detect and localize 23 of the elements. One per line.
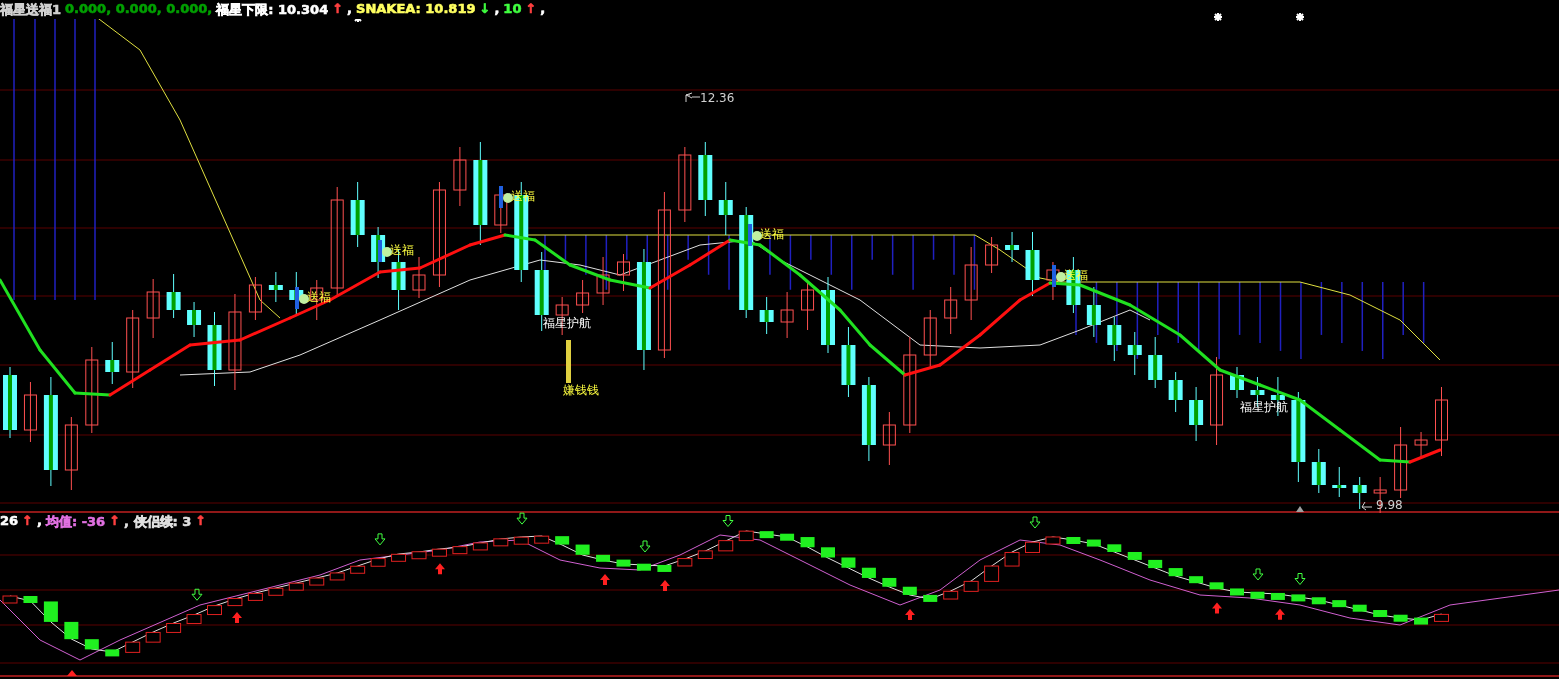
legend-text: ↑ xyxy=(525,1,537,18)
legend-text: , xyxy=(540,1,546,18)
legend-text: , 侠侣续: 3 xyxy=(124,513,192,531)
legend-text: 0.000, 0.000, 0.000, xyxy=(65,1,213,18)
legend-text: 26 xyxy=(0,513,19,530)
legend-text: ↑ xyxy=(332,1,344,18)
legend-text: ↓ xyxy=(479,1,491,18)
chart-label: 送福 xyxy=(511,189,535,203)
legend-text: 福星下限: 10.304 xyxy=(216,1,329,19)
legend-text: , xyxy=(37,513,42,530)
chart-label: 送福 xyxy=(760,227,784,241)
legend-text: 均值: -36 xyxy=(45,513,106,531)
legend-text: ↑ xyxy=(195,513,207,530)
legend-text: , xyxy=(494,1,500,18)
chart-label: 送福 xyxy=(390,243,414,257)
legend-text: 福星送福1 xyxy=(0,1,62,19)
legend-text: SNAKEA: 10.819 xyxy=(356,1,476,18)
price-label: 12.36 xyxy=(700,91,735,105)
legend-text: 10 xyxy=(503,1,522,18)
legend-text: ↑ xyxy=(109,513,121,530)
legend-text: ↑ xyxy=(22,513,33,530)
legend-text: , xyxy=(347,1,353,18)
chart-label: 嫌钱钱 xyxy=(563,383,599,397)
